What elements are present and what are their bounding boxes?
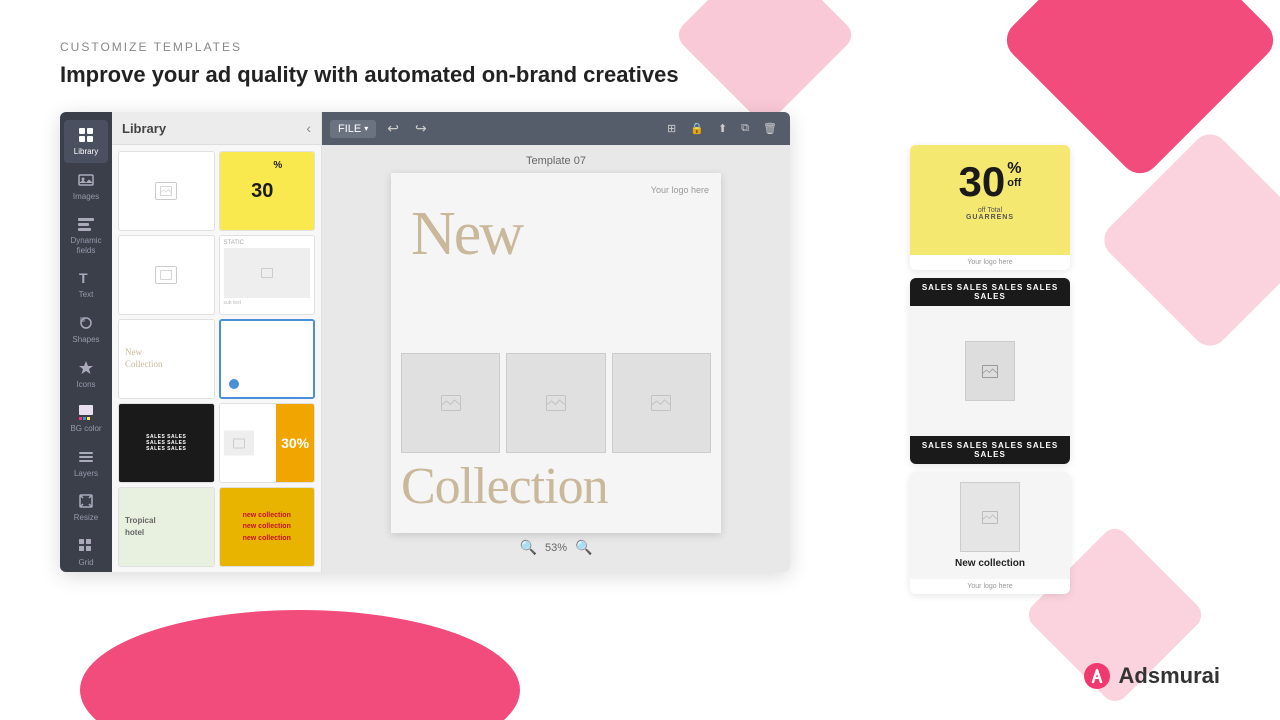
template-thumb-2[interactable]: 30% (219, 151, 316, 231)
sidebar-label-text: Text (79, 290, 94, 300)
subtitle: CUSTOMIZE TEMPLATES (60, 40, 1220, 54)
zoom-out-button[interactable]: 🔍 (520, 539, 537, 556)
canvas-image-2 (506, 353, 605, 453)
collapse-arrow-icon[interactable]: ‹ (306, 120, 311, 136)
sidebar-item-grid[interactable]: Grid (64, 531, 108, 572)
canvas-image-3 (612, 353, 711, 453)
sidebar-item-text[interactable]: T Text (64, 263, 108, 306)
new-collection-label: New collection (920, 558, 1060, 569)
sidebar-label-library: Library (74, 147, 98, 157)
sidebar-label-icons: Icons (76, 380, 95, 390)
redo-button[interactable]: ↪ (410, 117, 432, 140)
template-thumb-10[interactable]: new collectionnew collectionnew collecti… (219, 487, 316, 567)
preview-percent: % (1007, 161, 1021, 177)
adsmurai-icon (1083, 662, 1111, 690)
sidebar-item-dynamic[interactable]: Dynamic fields (64, 209, 108, 261)
file-button[interactable]: FILE ▾ (330, 120, 376, 138)
zoom-level: 53% (545, 542, 567, 554)
library-grid: 30% STATIC (112, 145, 321, 572)
preview-dark-card (910, 306, 1070, 436)
zoom-bar: 🔍 53% 🔍 (520, 533, 593, 562)
preview-img-placeholder (960, 482, 1020, 552)
svg-text:T: T (79, 270, 88, 286)
sidebar-label-bgcolor: BG color (70, 424, 101, 434)
preview-card-30: 30 % off off Total GUARRENS Your logo he… (910, 145, 1070, 270)
page-title: Improve your ad quality with automated o… (60, 62, 1220, 88)
right-preview-panel: 30 % off off Total GUARRENS Your logo he… (910, 145, 1070, 594)
lock-button[interactable]: 🔒 (685, 119, 709, 138)
toolbar: FILE ▾ ↩ ↪ ⊞ 🔒 ⬆ ⧉ 🗑 (322, 112, 790, 145)
sidebar-item-layers[interactable]: Layers (64, 442, 108, 485)
toolbar-right-icons: ⊞ 🔒 ⬆ ⧉ 🗑 (662, 119, 782, 138)
canvas[interactable]: Your logo here New (391, 173, 721, 533)
preview-off-label: off (1007, 177, 1021, 189)
sidebar-item-shapes[interactable]: Shapes (64, 308, 108, 351)
adsmurai-logo: Adsmurai (1083, 662, 1220, 690)
sales-banner-bottom: SALES SALES SALES SALES SALES (910, 436, 1070, 464)
upload-button[interactable]: ⬆ (713, 119, 732, 138)
canvas-image-1 (401, 353, 500, 453)
canvas-area: Template 07 Your logo here New (322, 145, 790, 572)
preview-your-logo-1: Your logo here (910, 255, 1070, 270)
zoom-in-button[interactable]: 🔍 (575, 539, 592, 556)
canvas-new-text: New (411, 203, 522, 265)
template-thumb-5[interactable]: NewCollection (118, 319, 215, 399)
preview-off-total: off Total (924, 207, 1056, 214)
sidebar-item-bgcolor[interactable]: BG color (64, 397, 108, 440)
template-thumb-6[interactable] (219, 319, 316, 399)
template-thumb-4[interactable]: STATIC sub text (219, 235, 316, 315)
template-thumb-7[interactable]: SALES SALESSALES SALESSALES SALES (118, 403, 215, 483)
sidebar-icons-panel: Library Images Dynamic fields T Text (60, 112, 112, 572)
sidebar-label-shapes: Shapes (72, 335, 99, 345)
undo-button[interactable]: ↩ (382, 117, 404, 140)
app-window: Library Images Dynamic fields T Text (60, 112, 790, 572)
sidebar-label-images: Images (73, 192, 99, 202)
delete-button[interactable]: 🗑 (758, 119, 782, 138)
preview-guaranteed: GUARRENS (924, 214, 1056, 221)
template-thumb-8[interactable]: 30% (219, 403, 316, 483)
template-thumb-3[interactable] (118, 235, 215, 315)
library-header: Library ‹ (112, 112, 321, 145)
library-title: Library (122, 121, 166, 136)
sidebar-label-layers: Layers (74, 469, 98, 479)
sidebar-item-resize[interactable]: Resize (64, 486, 108, 529)
preview-30-value: 30 (959, 161, 1006, 203)
align-button[interactable]: ⊞ (662, 119, 681, 138)
preview-new-collection-card: New collection Your logo here (910, 472, 1070, 594)
template-thumb-9[interactable]: Tropicalhotel (118, 487, 215, 567)
sales-banner-top: SALES SALES SALES SALES SALES SALES SALE… (910, 278, 1070, 464)
sidebar-item-icons[interactable]: Icons (64, 353, 108, 396)
sidebar-item-images[interactable]: Images (64, 165, 108, 208)
canvas-image-row (401, 353, 711, 453)
sidebar-item-library[interactable]: Library (64, 120, 108, 163)
template-label: Template 07 (526, 155, 586, 167)
preview-your-logo-2: Your logo here (910, 579, 1070, 594)
template-thumb-1[interactable] (118, 151, 215, 231)
sidebar-label-grid: Grid (78, 558, 93, 568)
adsmurai-brand-name: Adsmurai (1119, 663, 1220, 689)
canvas-collection-text: Collection (401, 461, 608, 513)
sidebar-label-resize: Resize (74, 513, 98, 523)
editor-area: FILE ▾ ↩ ↪ ⊞ 🔒 ⬆ ⧉ 🗑 Tem (322, 112, 790, 572)
library-panel: Library ‹ 30% (112, 112, 322, 572)
duplicate-button[interactable]: ⧉ (736, 119, 754, 138)
canvas-logo: Your logo here (651, 185, 709, 195)
sidebar-label-dynamic: Dynamic fields (66, 236, 106, 255)
